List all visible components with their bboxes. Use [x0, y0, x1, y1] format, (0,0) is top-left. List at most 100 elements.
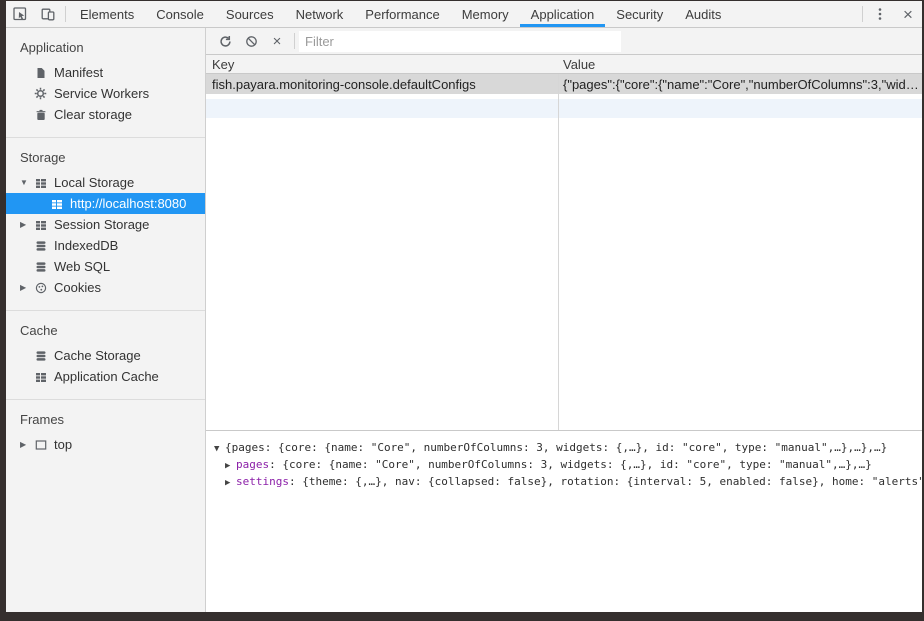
tab-security[interactable]: Security	[605, 1, 674, 27]
gear-icon	[34, 87, 47, 100]
devtools-main: Application Manifest Service Workers Cle…	[6, 28, 922, 612]
sidebar-item-session-storage[interactable]: ▶ Session Storage	[6, 214, 205, 235]
refresh-icon[interactable]	[212, 30, 238, 52]
tab-label: Memory	[462, 7, 509, 22]
sidebar-item-top-frame[interactable]: ▶ top	[6, 434, 205, 455]
column-header-key[interactable]: Key	[206, 55, 558, 73]
section-title: Cache	[6, 319, 205, 345]
tab-label: Sources	[226, 7, 274, 22]
device-toolbar-icon[interactable]	[34, 1, 62, 27]
sidebar-item-label: Local Storage	[54, 175, 134, 190]
clear-icon[interactable]: ×	[264, 30, 290, 52]
tab-audits[interactable]: Audits	[674, 1, 732, 27]
triangle-right-icon[interactable]: ▶	[20, 220, 34, 229]
property-name: settings	[236, 475, 289, 488]
sidebar-item-cache-storage[interactable]: Cache Storage	[6, 345, 205, 366]
sidebar-item-clear-storage[interactable]: Clear storage	[6, 104, 205, 125]
local-storage-panel: × Key Value fish.payara.monitoring-conso…	[206, 28, 922, 612]
sidebar-item-label: http://localhost:8080	[70, 196, 186, 211]
tab-label: Console	[156, 7, 204, 22]
database-icon	[34, 239, 47, 252]
sidebar-item-indexeddb[interactable]: IndexedDB	[6, 235, 205, 256]
triangle-down-icon[interactable]: ▼	[20, 178, 34, 187]
triangle-right-icon[interactable]: ▶	[225, 475, 236, 492]
storage-toolbar: ×	[206, 28, 922, 55]
tab-label: Security	[616, 7, 663, 22]
devtools-tabbar: Elements Console Sources Network Perform…	[6, 1, 922, 28]
sidebar-section-application: Application Manifest Service Workers Cle…	[6, 28, 205, 137]
table-icon	[34, 370, 47, 383]
sidebar-section-storage: Storage ▼ Local Storage http://localhost…	[6, 137, 205, 310]
sidebar-item-label: Clear storage	[54, 107, 132, 122]
sidebar-item-localhost-8080[interactable]: http://localhost:8080	[6, 193, 205, 214]
sidebar-item-label: Manifest	[54, 65, 103, 80]
tab-label: Network	[296, 7, 344, 22]
tab-sources[interactable]: Sources	[215, 1, 285, 27]
frame-icon	[34, 438, 47, 451]
json-tree-pages[interactable]: ▶pages: {core: {name: "Core", numberOfCo…	[206, 456, 922, 473]
column-header-label: Value	[563, 57, 595, 72]
grid-header-row: Key Value	[206, 55, 922, 74]
sidebar-item-local-storage[interactable]: ▼ Local Storage	[6, 172, 205, 193]
database-icon	[34, 260, 47, 273]
column-header-label: Key	[212, 57, 234, 72]
object-preview-text: : {theme: {,…}, nav: {collapsed: false},…	[289, 475, 922, 488]
toolbar-separator	[65, 6, 66, 22]
sidebar-item-label: Service Workers	[54, 86, 149, 101]
sidebar-item-label: Session Storage	[54, 217, 149, 232]
json-tree-root[interactable]: ▼{pages: {core: {name: "Core", numberOfC…	[206, 439, 922, 456]
tab-label: Application	[531, 7, 595, 22]
row-key-cell: fish.payara.monitoring-console.defaultCo…	[206, 77, 558, 92]
document-icon	[34, 66, 47, 79]
table-icon	[34, 218, 47, 231]
cookie-icon	[34, 281, 47, 294]
table-icon	[50, 197, 63, 210]
tab-memory[interactable]: Memory	[451, 1, 520, 27]
kebab-menu-icon[interactable]	[866, 1, 894, 27]
column-header-value[interactable]: Value	[558, 55, 922, 73]
tab-application[interactable]: Application	[520, 1, 606, 27]
section-title: Frames	[6, 408, 205, 434]
application-sidebar: Application Manifest Service Workers Cle…	[6, 28, 206, 612]
sidebar-section-frames: Frames ▶ top	[6, 399, 205, 467]
toolbar-separator	[294, 33, 295, 49]
sidebar-item-label: top	[54, 437, 72, 452]
empty-row-stripe[interactable]	[206, 99, 922, 118]
sidebar-item-label: Web SQL	[54, 259, 110, 274]
triangle-right-icon[interactable]: ▶	[20, 283, 34, 292]
triangle-down-icon[interactable]: ▼	[214, 441, 225, 458]
sidebar-item-cookies[interactable]: ▶ Cookies	[6, 277, 205, 298]
property-name: pages	[236, 458, 269, 471]
section-title: Application	[6, 36, 205, 62]
object-preview-text: : {core: {name: "Core", numberOfColumns:…	[269, 458, 872, 471]
table-row[interactable]: fish.payara.monitoring-console.defaultCo…	[206, 74, 922, 94]
close-icon[interactable]: ×	[894, 1, 922, 27]
triangle-right-icon[interactable]: ▶	[20, 440, 34, 449]
section-title: Storage	[6, 146, 205, 172]
table-icon	[34, 176, 47, 189]
sidebar-item-application-cache[interactable]: Application Cache	[6, 366, 205, 387]
tab-console[interactable]: Console	[145, 1, 215, 27]
sidebar-item-label: Cache Storage	[54, 348, 141, 363]
json-tree-settings[interactable]: ▶settings: {theme: {,…}, nav: {collapsed…	[206, 473, 922, 490]
block-icon[interactable]	[238, 30, 264, 52]
database-icon	[34, 349, 47, 362]
sidebar-item-manifest[interactable]: Manifest	[6, 62, 205, 83]
trash-icon	[34, 108, 47, 121]
sidebar-item-web-sql[interactable]: Web SQL	[6, 256, 205, 277]
tab-performance[interactable]: Performance	[354, 1, 450, 27]
inspect-icon[interactable]	[6, 1, 34, 27]
sidebar-item-label: Cookies	[54, 280, 101, 295]
tab-elements[interactable]: Elements	[69, 1, 145, 27]
sidebar-item-service-workers[interactable]: Service Workers	[6, 83, 205, 104]
filter-input[interactable]	[299, 31, 621, 52]
storage-items-grid: Key Value fish.payara.monitoring-console…	[206, 55, 922, 430]
row-value-cell: {"pages":{"core":{"name":"Core","numberO…	[558, 77, 922, 92]
sidebar-section-cache: Cache Cache Storage Application Cache	[6, 310, 205, 399]
tab-network[interactable]: Network	[285, 1, 355, 27]
column-resize-handle[interactable]	[558, 55, 559, 430]
toolbar-separator	[862, 6, 863, 22]
sidebar-item-label: IndexedDB	[54, 238, 118, 253]
tab-label: Performance	[365, 7, 439, 22]
value-preview-pane: ▼{pages: {core: {name: "Core", numberOfC…	[206, 430, 922, 612]
